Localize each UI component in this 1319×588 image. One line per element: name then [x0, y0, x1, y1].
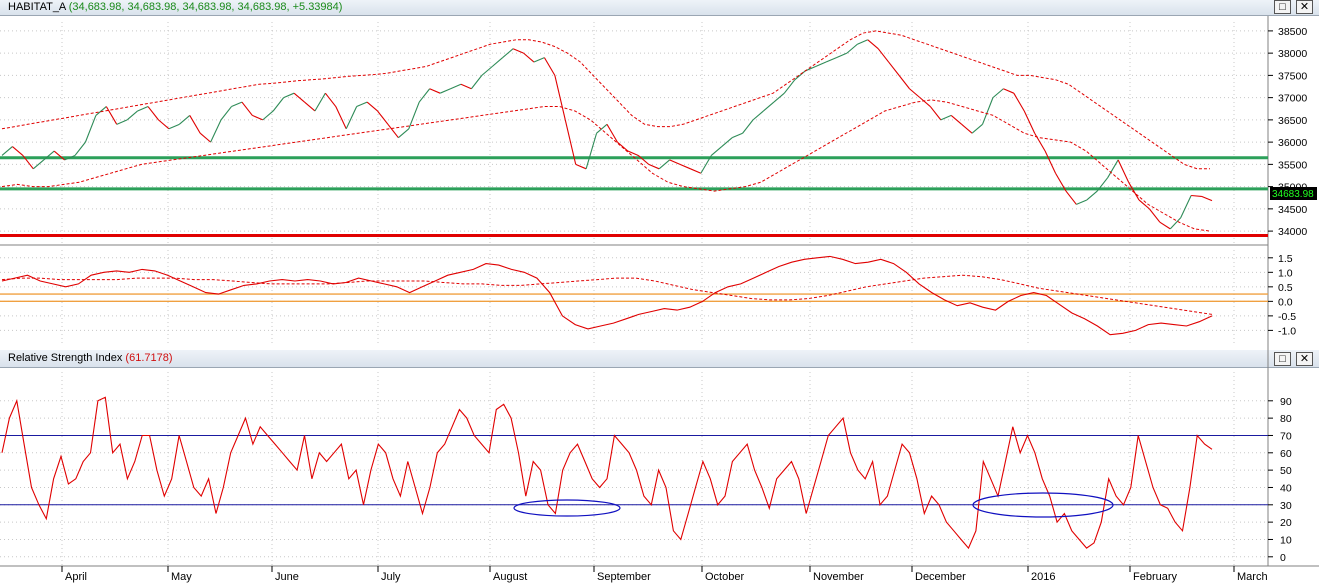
x-tick-label: April	[65, 571, 87, 583]
rsi-y-tick-label: 90	[1280, 396, 1292, 408]
x-tick-label: February	[1133, 571, 1178, 583]
oscillator-y-tick-label: 0.0	[1278, 296, 1293, 308]
price-y-tick-label: 36500	[1278, 115, 1307, 127]
price-y-tick-label: 38000	[1278, 48, 1307, 60]
x-tick-label: May	[171, 571, 192, 583]
price-panel-background	[0, 16, 1319, 350]
last-price-marker: 34683.98	[1270, 187, 1317, 200]
x-tick-label: September	[597, 571, 651, 583]
x-tick-label: July	[381, 571, 401, 583]
rsi-y-tick-label: 70	[1280, 430, 1292, 442]
rsi-y-tick-label: 60	[1280, 448, 1292, 460]
price-y-tick-label: 34500	[1278, 204, 1307, 216]
x-axis-ticks: April May June July August September October No…	[61, 566, 1268, 583]
oscillator-y-tick-label: 1.0	[1278, 267, 1293, 279]
oscillator-y-tick-label: 1.5	[1278, 253, 1293, 265]
rsi-line	[1, 396, 1213, 550]
x-tick-label: December	[915, 571, 966, 583]
price-y-tick-label: 34000	[1278, 226, 1307, 238]
x-tick-label: August	[493, 571, 527, 583]
rsi-y-tick-label: 20	[1280, 517, 1292, 529]
x-tick-label: June	[275, 571, 299, 583]
price-y-tick-label: 37000	[1278, 93, 1307, 105]
rsi-y-tick-label: 10	[1280, 534, 1292, 546]
price-y-tick-label: 37500	[1278, 70, 1307, 82]
x-tick-label: October	[705, 571, 744, 583]
oscillator-y-tick-label: -0.5	[1278, 311, 1296, 323]
price-y-tick-label: 36000	[1278, 137, 1307, 149]
x-tick-label: November	[813, 571, 864, 583]
rsi-ellipse-september	[513, 499, 621, 517]
rsi-y-tick-label: 40	[1280, 482, 1292, 494]
last-price-label: 34683.98	[1272, 189, 1314, 200]
oscillator-y-tick-label: -1.0	[1278, 325, 1296, 337]
rsi-y-tick-label: 30	[1280, 500, 1292, 512]
rsi-y-tick-label: 50	[1280, 465, 1292, 477]
rsi-y-tick-label: 80	[1280, 413, 1292, 425]
price-y-tick-label: 38500	[1278, 26, 1307, 38]
oscillator-y-tick-label: 0.5	[1278, 282, 1293, 294]
rsi-y-tick-label: 0	[1280, 552, 1286, 564]
x-tick-label: March	[1237, 571, 1268, 583]
price-y-tick-label: 35500	[1278, 159, 1307, 171]
chart-canvas[interactable]: 3400034500350003550036000365003700037500…	[0, 0, 1319, 588]
x-tick-label: 2016	[1031, 571, 1055, 583]
